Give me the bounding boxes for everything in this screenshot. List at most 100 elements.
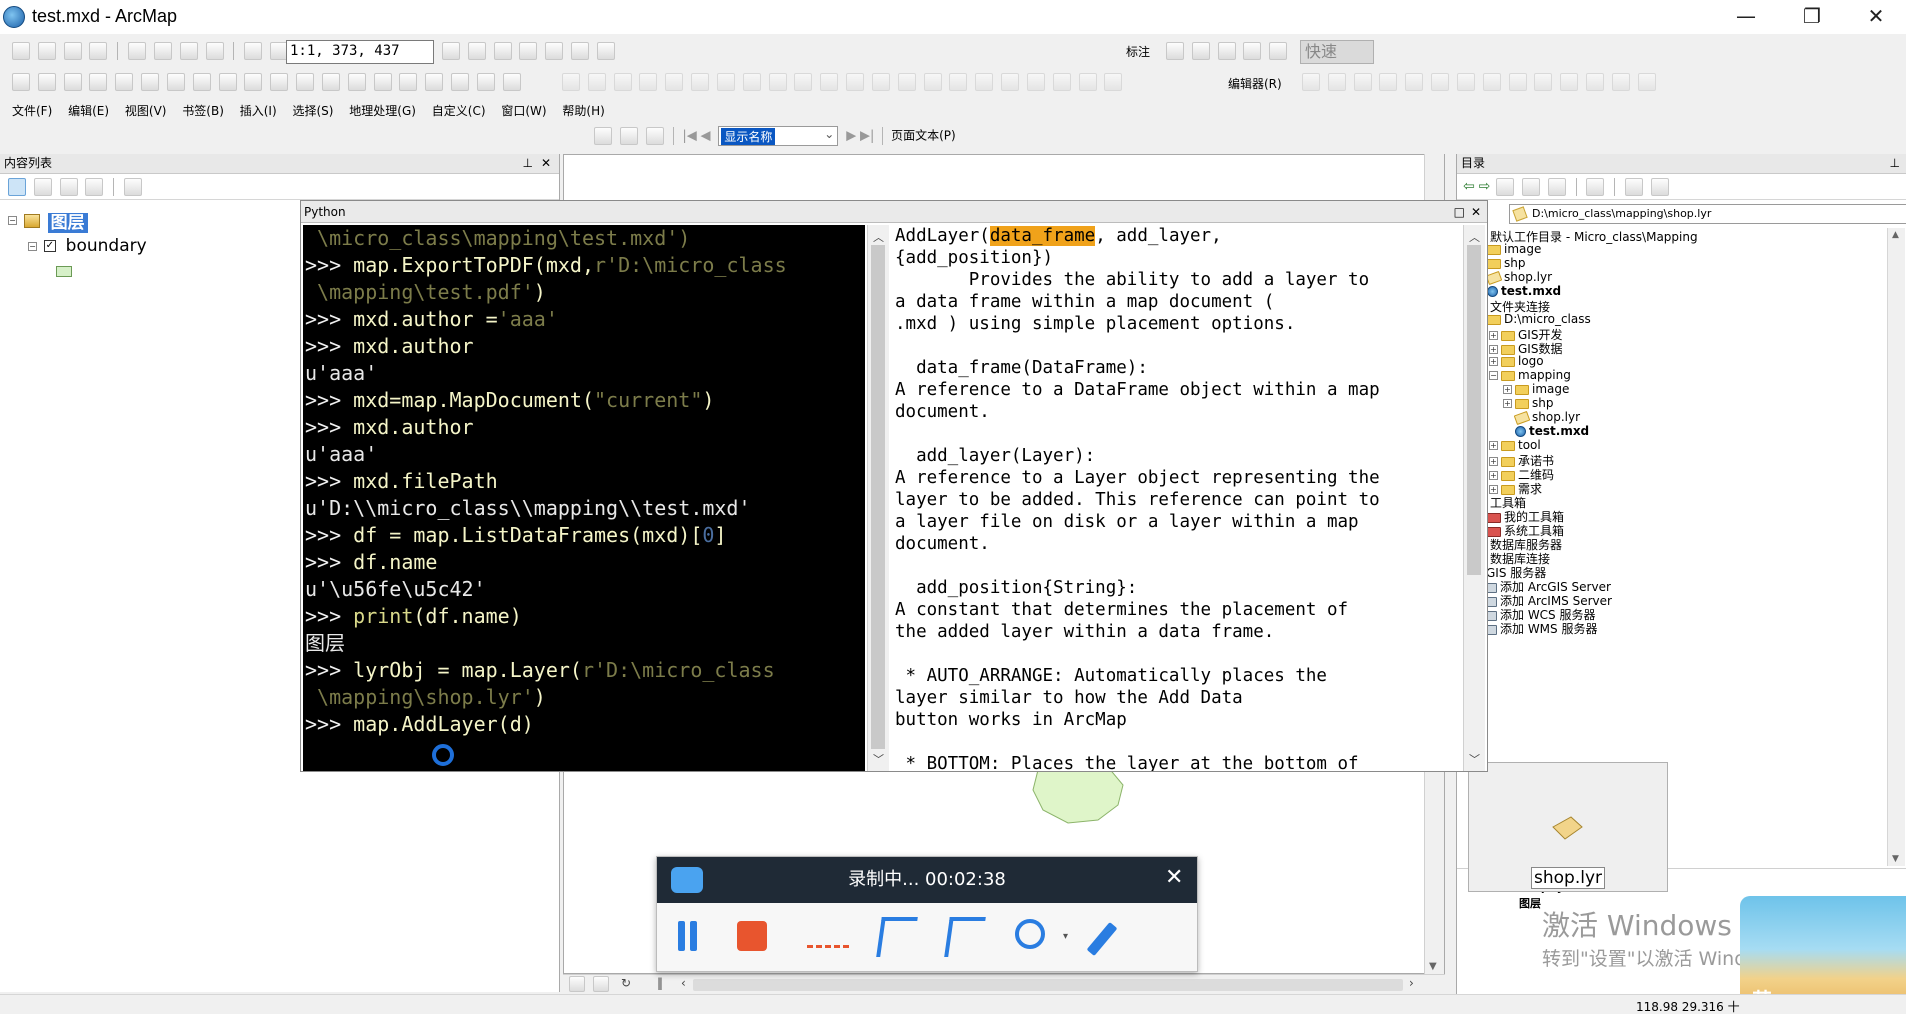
- close-window-button[interactable]: ✕: [1846, 0, 1906, 34]
- menu-view[interactable]: 视图(V): [125, 102, 167, 119]
- menu-insert[interactable]: 插入(I): [240, 102, 277, 119]
- layout-pan-icon[interactable]: [645, 127, 664, 145]
- python-window-icon[interactable]: [571, 42, 590, 60]
- catalog-tree-item[interactable]: test.mxd: [1503, 424, 1589, 438]
- html-popup-icon[interactable]: [347, 73, 366, 91]
- cut-icon[interactable]: [128, 42, 147, 60]
- preview-caption[interactable]: shop.lyr: [1531, 867, 1605, 889]
- page-text-menu[interactable]: 页面文本(P): [891, 129, 956, 143]
- marker-tool-icon[interactable]: [876, 917, 918, 957]
- list-by-source-icon[interactable]: [33, 178, 52, 196]
- catalog-tree-item[interactable]: + tool: [1489, 438, 1541, 452]
- catalog-tree-item[interactable]: − mapping: [1489, 368, 1571, 382]
- up-one-level-icon[interactable]: [1496, 178, 1515, 196]
- forward-extent-icon[interactable]: [192, 73, 211, 91]
- pin-icon[interactable]: ⊥: [1890, 154, 1900, 172]
- layer-visibility-checkbox[interactable]: ✓: [43, 240, 56, 252]
- last-page-icon[interactable]: ▶|: [860, 129, 874, 144]
- data-frame-label[interactable]: 图层: [47, 213, 88, 233]
- home-icon[interactable]: [1521, 178, 1540, 196]
- views-icon[interactable]: [1586, 178, 1605, 196]
- save-icon[interactable]: [63, 42, 82, 60]
- toggle-contents-icon[interactable]: [1625, 178, 1644, 196]
- menu-selection[interactable]: 选择(S): [292, 102, 333, 119]
- quick-label-combo[interactable]: 快速: [1300, 40, 1374, 64]
- create-viewer-icon[interactable]: [502, 73, 521, 91]
- help-scroll-thumb[interactable]: [1467, 245, 1481, 575]
- zoom-in-icon[interactable]: [12, 73, 30, 91]
- pin-icon[interactable]: ⊥: [523, 154, 533, 172]
- prev-page-icon[interactable]: ◀: [701, 129, 711, 144]
- help-scrollbar[interactable]: ︿ ﹀: [1463, 225, 1485, 771]
- editor-toolbar-icon[interactable]: [442, 42, 460, 60]
- catalog-tree-item[interactable]: + logo: [1489, 354, 1544, 368]
- full-extent-icon[interactable]: [89, 73, 108, 91]
- expand-icon[interactable]: +: [1489, 457, 1498, 466]
- pen-tool-icon[interactable]: [1086, 921, 1118, 957]
- zoom-out-icon[interactable]: [37, 73, 56, 91]
- layout-zoom-out-icon[interactable]: [619, 127, 638, 145]
- catalog-tree-item[interactable]: + shp: [1503, 396, 1553, 410]
- forward-arrow-icon[interactable]: ⇨: [1479, 179, 1491, 195]
- pause-labeling-icon[interactable]: [1269, 42, 1288, 60]
- python-console[interactable]: \micro_class\mapping\test.mxd') >>> map.E…: [303, 225, 865, 771]
- back-extent-icon[interactable]: [166, 73, 185, 91]
- catalog-tree-item[interactable]: shop.lyr: [1503, 410, 1580, 425]
- pause-record-button[interactable]: [675, 919, 701, 953]
- new-document-icon[interactable]: [12, 42, 30, 60]
- paste-icon[interactable]: [179, 42, 198, 60]
- scroll-down-icon[interactable]: ▼: [1892, 854, 1899, 864]
- print-icon[interactable]: [89, 42, 108, 60]
- scroll-right-icon[interactable]: ›: [1409, 976, 1414, 990]
- search-window-icon[interactable]: [519, 42, 538, 60]
- goto-xy-icon[interactable]: [451, 73, 470, 91]
- stop-record-button[interactable]: [737, 921, 767, 951]
- delete-icon[interactable]: [205, 42, 224, 60]
- close-icon[interactable]: ✕: [1471, 201, 1481, 223]
- collapse-icon[interactable]: −: [28, 241, 37, 251]
- recorder-close-button[interactable]: ✕: [1165, 865, 1183, 890]
- preview-thumbnail[interactable]: shop.lyr: [1468, 762, 1668, 892]
- expand-icon[interactable]: +: [1503, 385, 1512, 394]
- label-toolbar-name[interactable]: 标注: [1126, 43, 1150, 60]
- menu-edit[interactable]: 编辑(E): [68, 102, 109, 119]
- menu-customize[interactable]: 自定义(C): [432, 102, 486, 119]
- expand-icon[interactable]: +: [1489, 357, 1498, 366]
- collapse-icon[interactable]: −: [1489, 371, 1498, 380]
- chevron-down-icon[interactable]: ▾: [1063, 931, 1068, 942]
- layout-zoom-in-icon[interactable]: [594, 127, 612, 145]
- minimize-button[interactable]: —: [1716, 0, 1776, 34]
- menu-bookmarks[interactable]: 书签(B): [182, 102, 224, 119]
- page-name-combo[interactable]: 显示名称 ⌄: [718, 126, 839, 146]
- toc-icon[interactable]: [467, 42, 486, 60]
- label-manager-icon[interactable]: [1166, 42, 1184, 60]
- clear-selection-icon[interactable]: [244, 73, 263, 91]
- lock-labels-icon[interactable]: [1243, 42, 1262, 60]
- menu-geoprocessing[interactable]: 地理处理(G): [349, 102, 416, 119]
- map-scale-combo[interactable]: 1:1, 373, 437: [286, 40, 434, 64]
- open-folder-icon[interactable]: [37, 42, 56, 60]
- expand-icon[interactable]: +: [1489, 485, 1498, 494]
- find-route-icon[interactable]: [425, 73, 444, 91]
- catalog-options-icon[interactable]: [1650, 178, 1669, 196]
- expand-icon[interactable]: +: [1489, 471, 1498, 480]
- first-page-icon[interactable]: |◀: [682, 129, 696, 144]
- maximize-icon[interactable]: □: [1454, 201, 1465, 223]
- annotation-line-icon[interactable]: [807, 945, 849, 948]
- connect-folder-icon[interactable]: [1547, 178, 1566, 196]
- fixed-zoom-in-icon[interactable]: [115, 73, 134, 91]
- pan-hand-icon[interactable]: [63, 73, 82, 91]
- scroll-down-icon[interactable]: ▼: [1429, 961, 1437, 972]
- data-view-icon[interactable]: [569, 976, 585, 992]
- close-icon[interactable]: ✕: [541, 154, 551, 172]
- expand-icon[interactable]: +: [1503, 399, 1512, 408]
- layout-view-icon[interactable]: [593, 976, 609, 992]
- scroll-left-icon[interactable]: ‹: [681, 976, 686, 990]
- find-binoculars-icon[interactable]: [399, 73, 418, 91]
- list-by-drawing-order-icon[interactable]: [8, 178, 26, 196]
- layer-name[interactable]: boundary: [66, 236, 147, 256]
- restore-button[interactable]: ❐: [1782, 0, 1842, 34]
- back-arrow-icon[interactable]: ⇦: [1463, 179, 1475, 195]
- catalog-location-field[interactable]: D:\micro_class\mapping\shop.lyr: [1509, 204, 1906, 224]
- undo-icon[interactable]: [244, 42, 263, 60]
